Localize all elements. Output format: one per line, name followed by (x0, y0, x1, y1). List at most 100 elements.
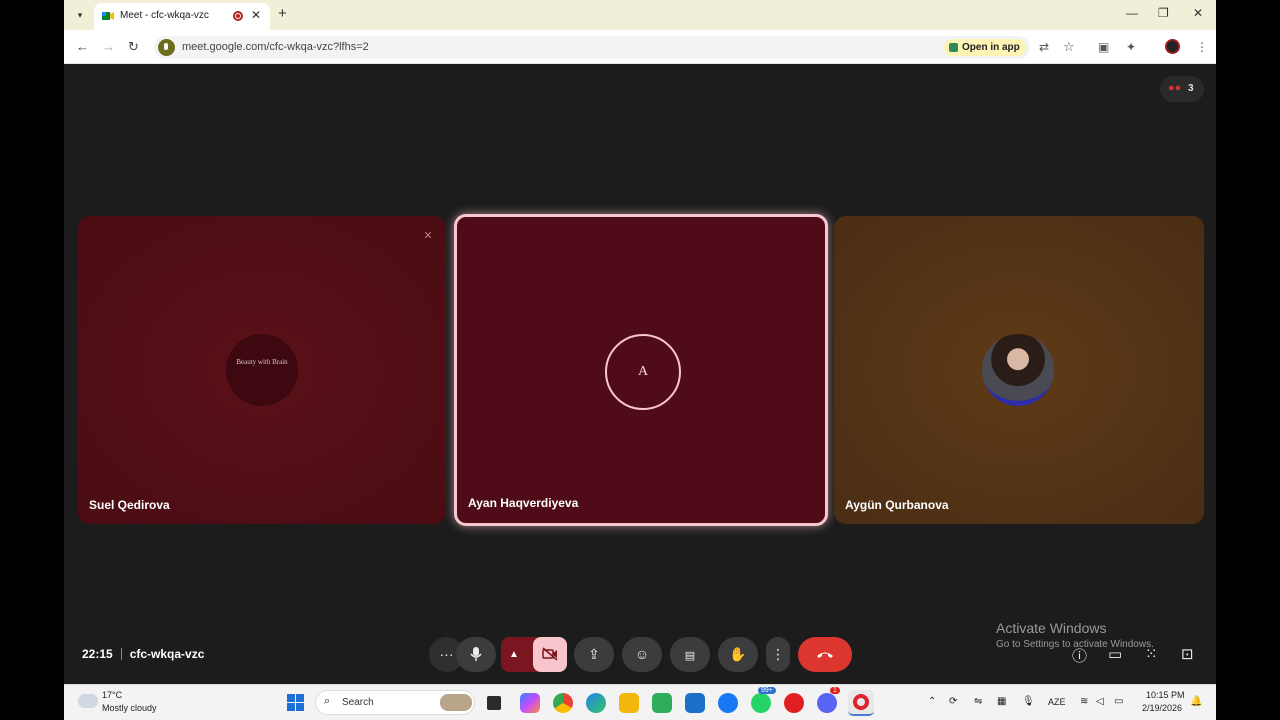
participant-tile[interactable]: ✕ Beauty with Brain Suel Qedirova (78, 216, 446, 524)
whatsapp-badge: 99+ (758, 687, 776, 694)
camera-controls: ▲ (501, 637, 567, 672)
tab-search-icon[interactable]: ▾ (72, 7, 88, 23)
reload-button[interactable]: ↻ (128, 39, 139, 55)
notification-bell-icon[interactable]: 🔔 (1190, 696, 1202, 707)
avatar: Beauty with Brain (226, 334, 298, 406)
present-screen-button[interactable]: ⇪ (574, 637, 614, 672)
tray-overflow-icon[interactable]: ⌃ (928, 696, 936, 707)
more-button[interactable]: ⋮ (766, 637, 790, 672)
participants-button[interactable]: ●● 3 (1160, 76, 1204, 102)
language-indicator[interactable]: AZE (1048, 697, 1066, 707)
meet-favicon-icon (102, 12, 114, 20)
mic-tray-icon[interactable]: 🎙 (1022, 696, 1035, 707)
edge-icon[interactable] (586, 693, 606, 713)
camera-options-button[interactable]: ▲ (509, 637, 519, 672)
host-controls-button[interactable]: ⊡ (1181, 645, 1194, 663)
meeting-info: 22:15 cfc-wkqa-vzc (82, 647, 204, 661)
taskbar-search[interactable]: ⌕ Search (315, 690, 475, 715)
start-pane-icon (287, 703, 295, 711)
recorder-icon[interactable] (784, 693, 804, 713)
emoji-icon: ☺ (634, 646, 650, 662)
file-explorer-icon[interactable] (619, 693, 639, 713)
chrome-icon[interactable] (553, 693, 573, 713)
profile-avatar[interactable] (1165, 39, 1180, 54)
close-window-button[interactable]: ✕ (1193, 6, 1203, 20)
browser-tab[interactable]: Meet - cfc-wkqa-vzc ✕ (94, 3, 270, 30)
forward-button[interactable]: → (102, 39, 115, 54)
participant-name: Ayan Haqverdiyeva (468, 496, 579, 510)
opera-icon (853, 694, 869, 710)
start-pane-icon (287, 694, 295, 702)
url-text[interactable]: meet.google.com/cfc-wkqa-vzc?lfhs=2 (182, 41, 369, 53)
search-highlight-image (440, 694, 472, 711)
microphone-icon (470, 647, 482, 661)
reactions-button[interactable]: ☺ (622, 637, 662, 672)
hang-up-icon (817, 652, 833, 658)
copilot-icon[interactable] (520, 693, 540, 713)
recording-indicator-icon (233, 11, 243, 21)
address-bar[interactable]: meet.google.com/cfc-wkqa-vzc?lfhs=2 Open… (154, 36, 1075, 59)
sync-icon[interactable]: ⟳ (949, 696, 957, 707)
outlook-icon[interactable] (685, 693, 705, 713)
weather-temperature[interactable]: 17°C (102, 690, 122, 700)
participant-name: Aygün Qurbanova (845, 498, 949, 512)
translate-icon[interactable]: ⇄ (1039, 40, 1049, 54)
avatar: A (605, 334, 681, 410)
back-button[interactable]: ← (76, 39, 89, 54)
open-in-app-button[interactable]: Open in app (944, 39, 1026, 56)
close-tab-button[interactable]: ✕ (251, 8, 261, 22)
discord-badge: 1 (830, 687, 840, 694)
media-icon[interactable]: ▣ (1098, 40, 1109, 54)
weather-description[interactable]: Mostly cloudy (102, 703, 157, 713)
clock-time[interactable]: 10:15 PM (1146, 690, 1185, 700)
participant-count: 3 (1188, 83, 1194, 94)
raise-hand-button[interactable]: ✋ (718, 637, 758, 672)
extensions-icon[interactable]: ✦ (1126, 40, 1136, 54)
meet-app-icon[interactable] (652, 693, 672, 713)
avatar (982, 334, 1054, 406)
browser-menu-icon[interactable]: ⋮ (1196, 40, 1208, 54)
participant-tile[interactable]: Aygün Qurbanova (834, 216, 1204, 524)
opera-active-app[interactable] (848, 690, 874, 716)
participant-tile-active-speaker[interactable]: A Ayan Haqverdiyeva (454, 214, 828, 526)
tray-app-icon[interactable]: ⇋ (974, 696, 982, 707)
present-icon: ⇪ (588, 646, 600, 662)
camera-off-button[interactable] (533, 637, 567, 672)
captions-icon: ▤ (684, 650, 696, 662)
leave-call-button[interactable] (798, 637, 852, 672)
task-view-icon[interactable] (487, 696, 501, 710)
watermark-title: Activate Windows (996, 620, 1107, 636)
tab-title: Meet - cfc-wkqa-vzc (120, 10, 209, 21)
mic-muted-icon: ✕ (423, 230, 433, 242)
discord-icon[interactable] (817, 693, 837, 713)
site-mic-icon[interactable] (158, 39, 175, 56)
bookmark-star-icon[interactable]: ☆ (1063, 39, 1075, 55)
battery-icon[interactable]: ▭ (1114, 696, 1123, 707)
wifi-icon[interactable]: ≋ (1080, 696, 1088, 707)
meeting-details-button[interactable]: ⓘ (1072, 645, 1087, 666)
weather-cloud-icon[interactable] (78, 694, 98, 708)
screen: ▾ Meet - cfc-wkqa-vzc ✕ + — ❐ ✕ ← → ↻ me… (64, 0, 1216, 720)
whatsapp-icon[interactable] (751, 693, 771, 713)
activities-button[interactable]: ⁙ (1145, 645, 1158, 663)
participant-name: Suel Qedirova (89, 498, 170, 512)
search-label: Search (342, 697, 374, 708)
chat-button[interactable]: ▭ (1108, 645, 1122, 663)
start-pane-icon (296, 694, 304, 702)
clock-date[interactable]: 2/19/2026 (1142, 703, 1182, 713)
browser-toolbar: ← → ↻ meet.google.com/cfc-wkqa-vzc?lfhs=… (64, 30, 1216, 64)
minimize-button[interactable]: — (1126, 6, 1138, 20)
facebook-icon[interactable] (718, 693, 738, 713)
microphone-button[interactable] (456, 637, 496, 672)
start-button[interactable] (287, 694, 304, 711)
volume-icon[interactable]: ◁ (1096, 696, 1104, 707)
restore-button[interactable]: ❐ (1158, 6, 1169, 20)
search-icon: ⌕ (324, 695, 331, 707)
monitor-icon[interactable]: ▦ (997, 696, 1006, 707)
people-icon: ●● (1168, 82, 1182, 94)
divider (120, 648, 122, 660)
new-tab-button[interactable]: + (278, 5, 287, 22)
camera-off-icon (542, 647, 558, 661)
captions-button[interactable]: ▤ (670, 637, 710, 672)
browser-tab-bar: ▾ Meet - cfc-wkqa-vzc ✕ + — ❐ ✕ (64, 0, 1216, 30)
